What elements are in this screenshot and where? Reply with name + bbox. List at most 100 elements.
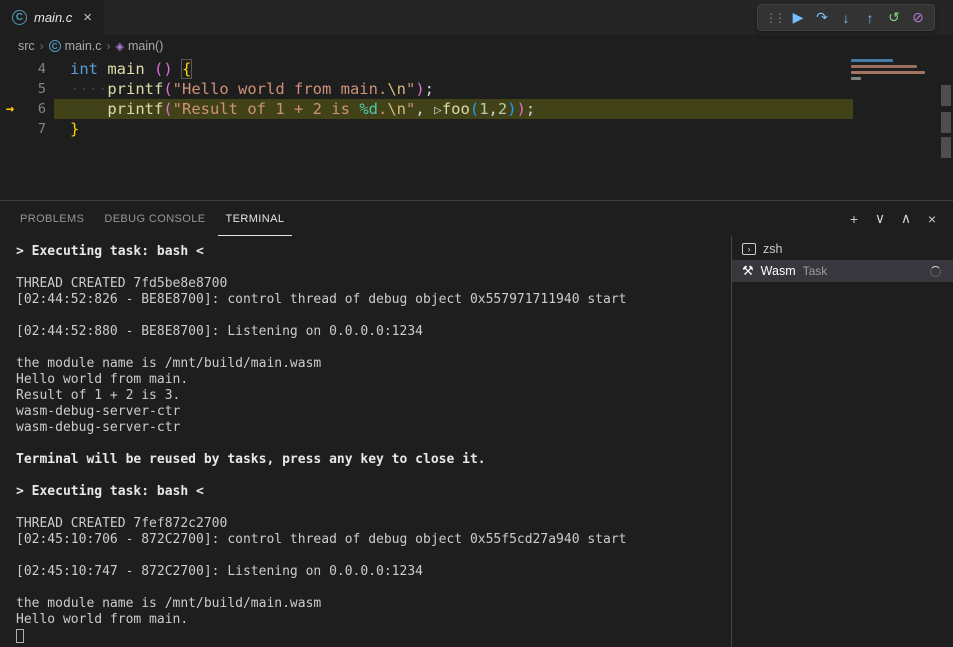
- line-number: 7: [20, 119, 46, 139]
- code-token: [173, 60, 182, 78]
- line-number: 6: [20, 99, 46, 119]
- terminal-launch-dropdown[interactable]: ∨: [869, 208, 891, 230]
- editor-scrollbar-block[interactable]: [941, 137, 951, 158]
- code-text: int main () {: [70, 59, 191, 79]
- terminal-item-label: Wasm: [761, 264, 796, 278]
- terminal-line: > Executing task: bash <: [16, 484, 731, 500]
- tab-main-c[interactable]: C main.c ×: [0, 0, 104, 35]
- terminal-line: Hello world from main.: [16, 372, 731, 388]
- code-token: foo: [442, 100, 470, 118]
- debug-restart-icon[interactable]: ↺: [882, 9, 906, 26]
- code-token: "Hello world from main.: [173, 80, 388, 98]
- debug-step-out-icon[interactable]: ↑: [858, 10, 882, 26]
- terminal-output[interactable]: > Executing task: bash < THREAD CREATED 7…: [0, 236, 731, 647]
- code-token: [145, 60, 154, 78]
- panel-actions: +∨∧×: [843, 201, 943, 236]
- breadcrumb-label: main(): [128, 39, 163, 53]
- terminal-line: Result of 1 + 2 is 3.: [16, 388, 731, 404]
- terminal-line: [16, 580, 731, 596]
- terminal-line: wasm-debug-server-ctr: [16, 404, 731, 420]
- minimap-line: [851, 71, 925, 74]
- code-token: printf: [107, 100, 163, 118]
- maximize-panel-button[interactable]: ∧: [895, 208, 917, 230]
- code-line[interactable]: 4 int main () {: [0, 59, 953, 79]
- code-token: [98, 60, 107, 78]
- terminal-line: THREAD CREATED 7fef872c2700: [16, 516, 731, 532]
- panel-tab-terminal[interactable]: TERMINAL: [218, 201, 293, 236]
- code-token: ,: [415, 100, 434, 118]
- code-line[interactable]: 5····printf("Hello world from main.\n");: [0, 79, 953, 99]
- close-panel-button[interactable]: ×: [921, 208, 943, 230]
- breadcrumb-separator: ›: [107, 39, 111, 53]
- code-token: "Result of 1 + 2 is: [173, 100, 360, 118]
- debug-disconnect-icon[interactable]: ⊘: [906, 9, 930, 26]
- gutter-space: [0, 59, 20, 79]
- code-token: (: [163, 100, 172, 118]
- terminal-line: [02:45:10:747 - 872C2700]: Listening on …: [16, 564, 731, 580]
- minimap[interactable]: [851, 59, 939, 135]
- terminal-line: THREAD CREATED 7fd5be8e8700: [16, 276, 731, 292]
- terminal-list-item-wasm[interactable]: ⚒WasmTask: [732, 260, 953, 282]
- debug-continue-icon[interactable]: ▶: [786, 9, 810, 26]
- code-token: ;: [425, 80, 434, 98]
- bottom-panel: PROBLEMSDEBUG CONSOLETERMINAL +∨∧× > Exe…: [0, 200, 953, 647]
- terminal-line: Hello world from main.: [16, 612, 731, 628]
- code-token: ): [415, 80, 424, 98]
- terminal-line: the module name is /mnt/build/main.wasm: [16, 356, 731, 372]
- close-tab-icon[interactable]: ×: [83, 10, 92, 25]
- terminal-item-label: zsh: [763, 242, 782, 256]
- inline-run-icon[interactable]: ▷: [434, 103, 442, 118]
- code-token: ": [406, 100, 415, 118]
- minimap-line: [851, 77, 861, 80]
- debug-step-into-icon[interactable]: ↓: [834, 10, 858, 26]
- breadcrumb-item-main-c[interactable]: C main.c: [49, 39, 102, 53]
- terminal-line: the module name is /mnt/build/main.wasm: [16, 596, 731, 612]
- code-text: ····printf("Result of 1 + 2 is %d.\n", ▷…: [70, 99, 535, 119]
- code-token: 2: [498, 100, 507, 118]
- panel-tab-debug-console[interactable]: DEBUG CONSOLE: [96, 201, 213, 236]
- terminal-line: [02:44:52:880 - BE8E8700]: Listening on …: [16, 324, 731, 340]
- breadcrumb-label: main.c: [65, 39, 102, 53]
- toolbar-gripper-icon[interactable]: ⋮⋮: [762, 11, 786, 25]
- debug-step-over-icon[interactable]: ↷: [810, 9, 834, 26]
- terminal-line: [16, 308, 731, 324]
- breadcrumb-item-main-fn[interactable]: ◈ main(): [116, 39, 164, 53]
- terminal-list-item-zsh[interactable]: › zsh: [732, 238, 953, 260]
- code-token: ": [406, 80, 415, 98]
- line-number: 4: [20, 59, 46, 79]
- terminal-line: [16, 628, 731, 644]
- c-file-icon: C: [12, 10, 27, 25]
- code-token: (: [470, 100, 479, 118]
- code-editor[interactable]: 4int main () {5····printf("Hello world f…: [0, 57, 953, 200]
- code-token: ): [507, 100, 516, 118]
- editor-scrollbar-block[interactable]: [941, 112, 951, 133]
- editor-scrollbar-block[interactable]: [941, 85, 951, 106]
- code-line[interactable]: 7}: [0, 119, 953, 139]
- panel-tab-problems[interactable]: PROBLEMS: [12, 201, 92, 236]
- gutter-space: [0, 119, 20, 139]
- code-token: ····: [70, 80, 107, 98]
- breadcrumb-separator: ›: [40, 39, 44, 53]
- terminal-line: [02:45:10:706 - 872C2700]: control threa…: [16, 532, 731, 548]
- line-number: 5: [20, 79, 46, 99]
- terminal-line: [16, 340, 731, 356]
- breadcrumb-item-src[interactable]: src: [18, 39, 35, 53]
- code-token: ····: [70, 100, 107, 118]
- minimap-line: [851, 65, 917, 68]
- debug-current-line-arrow: →: [0, 99, 20, 119]
- code-token: ,: [489, 100, 498, 118]
- terminal-line: [16, 548, 731, 564]
- code-line[interactable]: →6····printf("Result of 1 + 2 is %d.\n",…: [0, 99, 953, 119]
- terminal-icon: ›: [742, 243, 756, 255]
- code-text: ····printf("Hello world from main.\n");: [70, 79, 434, 99]
- new-terminal-button[interactable]: +: [843, 208, 865, 230]
- breadcrumb-label: src: [18, 39, 35, 53]
- debug-toolbar: ⋮⋮▶↷↓↑↺⊘: [757, 4, 935, 31]
- code-token: (: [163, 80, 172, 98]
- code-token: 1: [479, 100, 488, 118]
- code-token: (): [154, 60, 173, 78]
- terminal-line: wasm-debug-server-ctr: [16, 420, 731, 436]
- tab-title: main.c: [34, 10, 72, 25]
- code-token: %d: [359, 100, 378, 118]
- tools-icon: ⚒: [742, 263, 754, 279]
